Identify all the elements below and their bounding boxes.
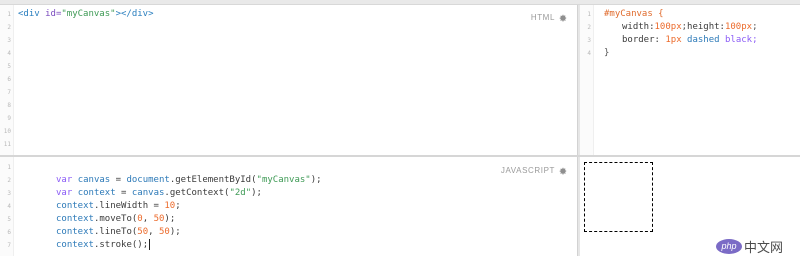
css-code-line[interactable]: width:100px;height:100px; bbox=[622, 21, 757, 34]
line-number: 8 bbox=[7, 102, 11, 109]
code-token: 50 bbox=[137, 227, 149, 237]
line-number: 6 bbox=[7, 76, 11, 83]
code-token: "myCanvas" bbox=[61, 9, 116, 19]
code-token: ; bbox=[175, 201, 181, 211]
html-pane-label: HTML bbox=[531, 13, 567, 22]
line-number: 10 bbox=[3, 128, 11, 135]
code-token: ); bbox=[169, 227, 181, 237]
css-code-line[interactable]: } bbox=[604, 47, 609, 60]
css-gutter: 1 2 3 4 bbox=[580, 5, 594, 155]
code-token: context bbox=[56, 201, 94, 211]
code-token: black; bbox=[719, 35, 758, 45]
code-token: 1px bbox=[665, 35, 682, 45]
code-token: .lineTo( bbox=[93, 227, 138, 237]
code-token: = bbox=[110, 175, 127, 185]
code-token: 100px bbox=[654, 22, 682, 32]
js-code-line[interactable]: context.moveTo(0, 50); bbox=[56, 213, 175, 226]
jsfiddle-editor: 1 2 3 4 5 6 7 8 9 10 11 <div id="myCanva… bbox=[0, 0, 800, 256]
watermark: php 中文网 bbox=[716, 236, 783, 256]
line-number: 3 bbox=[587, 37, 591, 44]
code-token: ); bbox=[164, 214, 176, 224]
code-token: 50 bbox=[158, 227, 170, 237]
html-code-line[interactable]: <div id="myCanvas"></div> bbox=[18, 8, 154, 21]
javascript-editor-pane[interactable]: 1 2 3 4 5 6 7 var canvas = document.getE… bbox=[0, 157, 578, 256]
line-number: 3 bbox=[7, 37, 11, 44]
css-code-line[interactable]: #myCanvas { bbox=[604, 8, 664, 21]
line-number: 4 bbox=[7, 50, 11, 57]
code-token: width: bbox=[622, 22, 655, 32]
css-editor-pane[interactable]: 1 2 3 4 #myCanvas { width:100px;height:1… bbox=[580, 5, 800, 155]
line-number: 7 bbox=[7, 89, 11, 96]
code-token: ; bbox=[752, 22, 758, 32]
line-number: 11 bbox=[3, 141, 11, 148]
html-label-text: HTML bbox=[530, 13, 555, 22]
code-token: = bbox=[115, 188, 132, 198]
code-token: "2d" bbox=[229, 188, 252, 198]
code-token: .lineWidth = bbox=[93, 201, 165, 211]
line-number: 2 bbox=[7, 24, 11, 31]
result-canvas bbox=[584, 162, 653, 232]
code-token: border: bbox=[622, 35, 666, 45]
gear-icon[interactable] bbox=[559, 167, 567, 175]
js-label-text: JAVASCRIPT bbox=[500, 166, 555, 175]
js-code-line[interactable]: context.stroke(); bbox=[56, 239, 151, 252]
code-token: <div bbox=[18, 9, 40, 19]
text-cursor bbox=[149, 239, 151, 250]
code-token: var bbox=[56, 175, 78, 185]
code-token: } bbox=[604, 48, 610, 58]
line-number: 4 bbox=[7, 203, 11, 210]
code-token: .getElementById( bbox=[169, 175, 257, 185]
code-token: context bbox=[56, 227, 94, 237]
line-number: 1 bbox=[7, 11, 11, 18]
css-selector: #myCanvas { bbox=[604, 9, 664, 19]
js-code-line[interactable]: context.lineTo(50, 50); bbox=[56, 226, 181, 239]
php-logo: php bbox=[716, 238, 742, 254]
line-number: 1 bbox=[7, 164, 11, 171]
code-token: document bbox=[126, 175, 170, 185]
code-token: "myCanvas" bbox=[256, 175, 311, 185]
line-number: 5 bbox=[7, 216, 11, 223]
watermark-text: 中文网 bbox=[744, 240, 784, 256]
js-code-line[interactable]: var context = canvas.getContext("2d"); bbox=[56, 187, 262, 200]
code-token: .moveTo( bbox=[93, 214, 138, 224]
code-token: ></div> bbox=[115, 9, 154, 19]
code-token: context bbox=[77, 188, 116, 198]
code-token: context bbox=[56, 214, 94, 224]
html-editor-pane[interactable]: 1 2 3 4 5 6 7 8 9 10 11 <div id="myCanva… bbox=[0, 5, 578, 155]
code-token: ); bbox=[251, 188, 262, 198]
line-number: 1 bbox=[587, 11, 591, 18]
code-token: dashed bbox=[681, 35, 720, 45]
line-number: 2 bbox=[7, 177, 11, 184]
js-code-line[interactable]: var canvas = document.getElementById("my… bbox=[56, 174, 322, 187]
code-token: .stroke(); bbox=[93, 240, 149, 250]
code-token: , bbox=[142, 214, 154, 224]
code-token: var bbox=[56, 188, 78, 198]
code-token: height: bbox=[687, 22, 725, 32]
code-token: context bbox=[56, 240, 94, 250]
line-number: 9 bbox=[7, 115, 11, 122]
code-token: 100px bbox=[724, 22, 753, 32]
js-code-line[interactable]: context.lineWidth = 10; bbox=[56, 200, 181, 213]
js-pane-label: JAVASCRIPT bbox=[501, 166, 567, 175]
line-number: 4 bbox=[587, 50, 591, 57]
code-token: ); bbox=[310, 175, 322, 185]
code-token: 10 bbox=[164, 201, 176, 211]
gear-icon[interactable] bbox=[559, 14, 567, 22]
code-token: 50 bbox=[153, 214, 165, 224]
line-number: 3 bbox=[7, 190, 11, 197]
code-token: , bbox=[148, 227, 159, 237]
line-number: 2 bbox=[587, 24, 591, 31]
css-code-line[interactable]: border: 1px dashed black; bbox=[622, 34, 758, 47]
code-token: .getContext( bbox=[164, 188, 230, 198]
code-token: id= bbox=[39, 9, 62, 19]
line-number: 6 bbox=[7, 229, 11, 236]
code-token: canvas bbox=[77, 175, 111, 185]
line-number: 5 bbox=[7, 63, 11, 70]
line-number: 7 bbox=[7, 242, 11, 249]
code-token: canvas bbox=[131, 188, 165, 198]
js-gutter: 1 2 3 4 5 6 7 bbox=[0, 157, 14, 256]
html-gutter: 1 2 3 4 5 6 7 8 9 10 11 bbox=[0, 5, 14, 155]
